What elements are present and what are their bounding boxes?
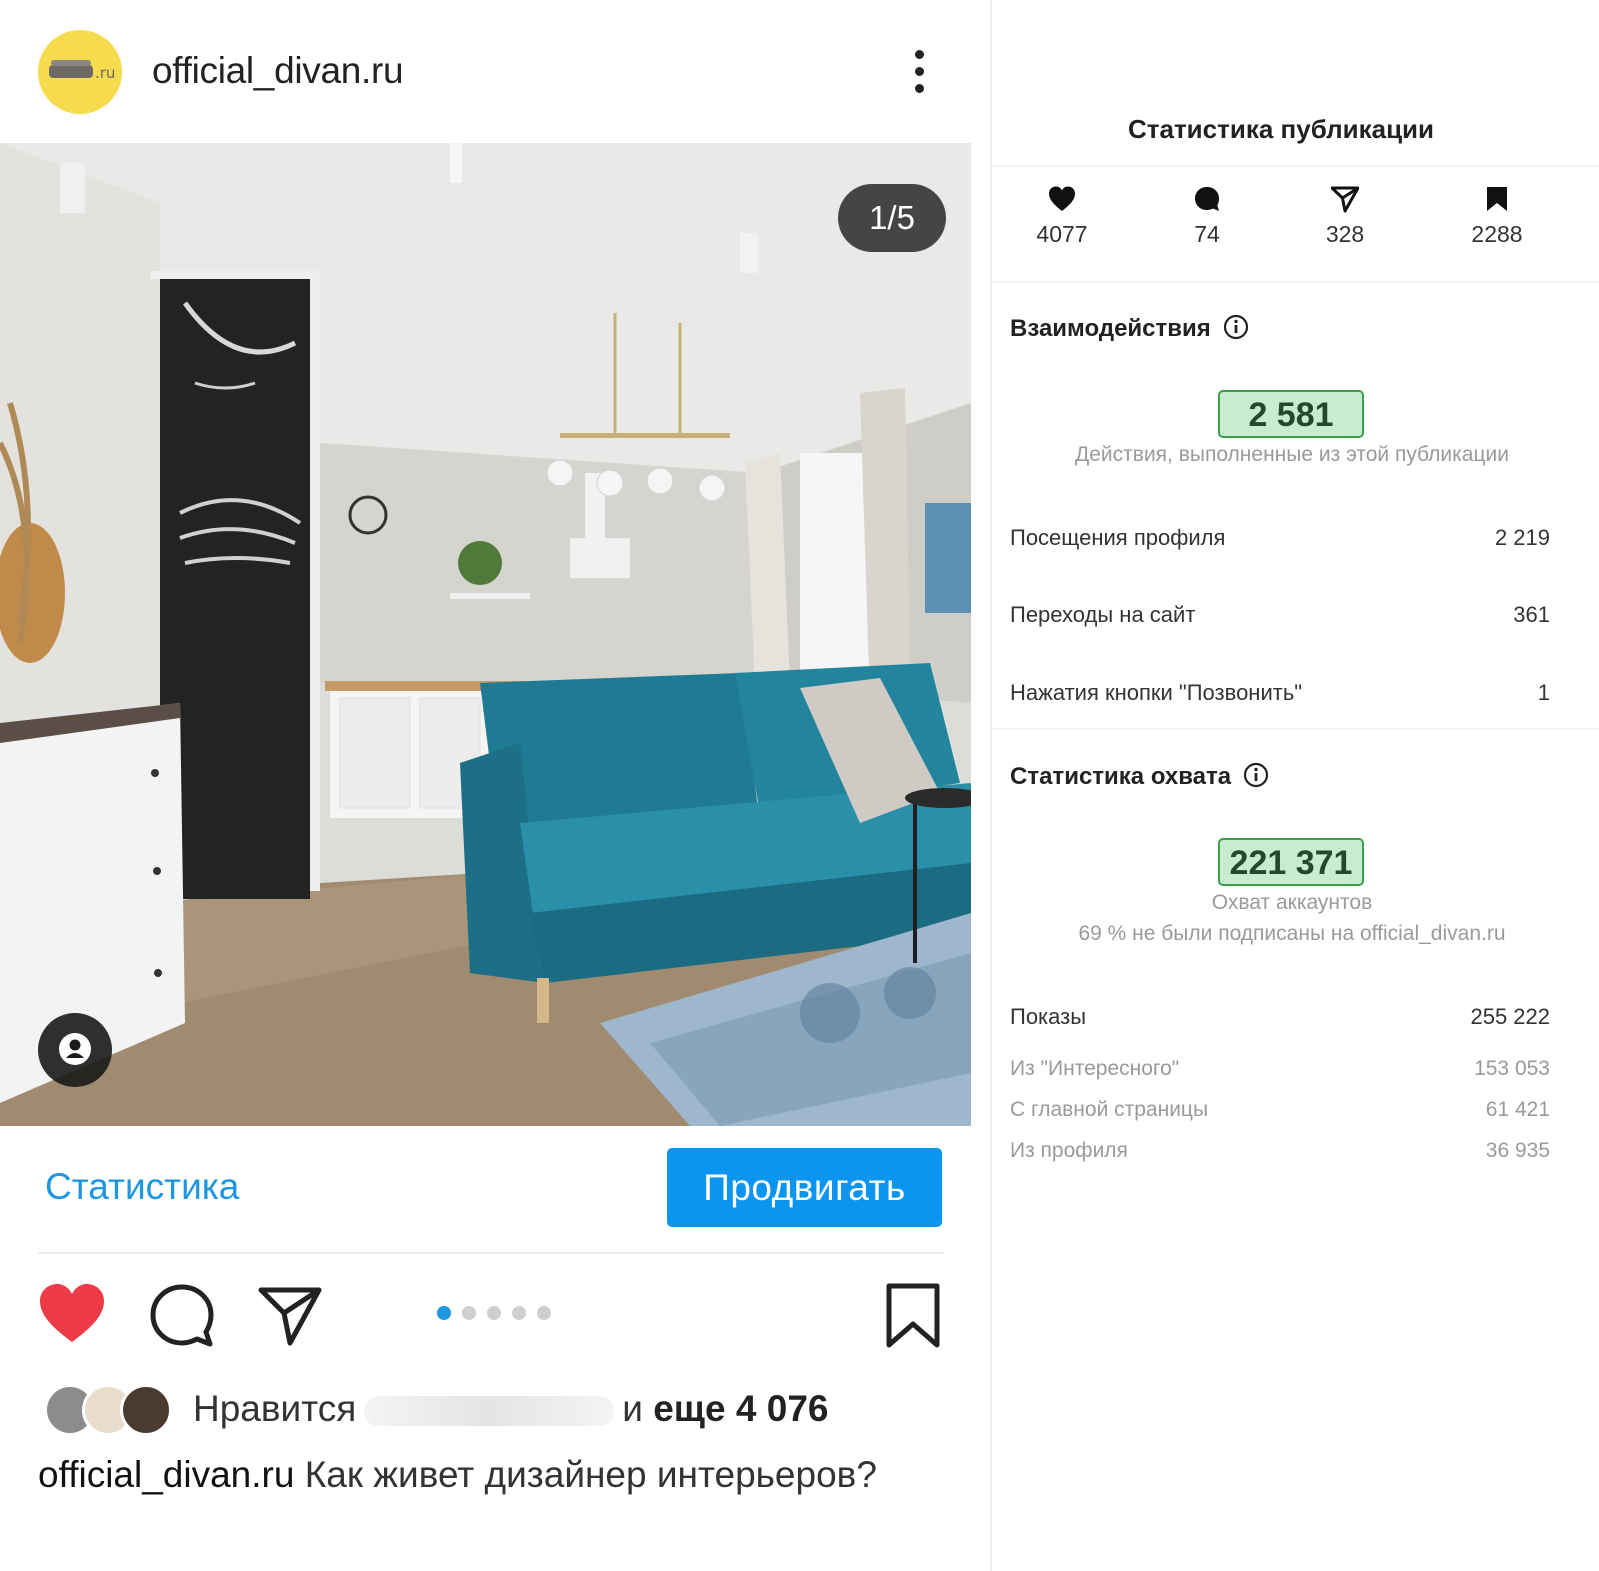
sofa-logo-icon bbox=[49, 60, 93, 78]
stat-label: Из профиля bbox=[1010, 1139, 1128, 1162]
avatar[interactable]: .ru bbox=[38, 30, 122, 114]
divider bbox=[992, 728, 1599, 730]
metric-value: 4077 bbox=[1036, 221, 1088, 247]
post-caption: official_divan.ru Как живет дизайнер инт… bbox=[38, 1454, 877, 1496]
section-title-interactions: Взаимодействия bbox=[1010, 314, 1249, 343]
bookmark-icon bbox=[1487, 187, 1507, 211]
heart-icon bbox=[1049, 186, 1075, 211]
stat-value: 255 222 bbox=[1470, 1004, 1550, 1029]
likes-summary[interactable]: Нравится и еще 4 076 bbox=[193, 1388, 828, 1430]
info-icon[interactable] bbox=[1243, 762, 1269, 788]
divider bbox=[992, 281, 1599, 283]
likes-and: и bbox=[622, 1388, 643, 1429]
metric-value: 328 bbox=[1325, 221, 1365, 247]
reach-non-followers: 69 % не были подписаны на official_divan… bbox=[1078, 922, 1506, 945]
more-vertical-icon[interactable] bbox=[908, 50, 932, 94]
image-counter: 1/5 bbox=[838, 184, 946, 252]
section-title-text: Статистика охвата bbox=[1010, 763, 1232, 790]
divider bbox=[38, 1252, 943, 1254]
caption-username[interactable]: official_divan.ru bbox=[38, 1454, 294, 1495]
page-title: Статистика публикации bbox=[1127, 114, 1435, 144]
likes-prefix: Нравится bbox=[193, 1388, 357, 1429]
heart-filled-icon[interactable] bbox=[38, 1282, 106, 1346]
post-photo[interactable]: 1/5 bbox=[0, 143, 971, 1126]
carousel-dot bbox=[462, 1306, 476, 1320]
stat-label: Показы bbox=[1010, 1004, 1087, 1029]
info-icon[interactable] bbox=[1223, 314, 1249, 340]
stat-value: 361 bbox=[1513, 602, 1550, 627]
reach-caption: Охват аккаунтов bbox=[1211, 891, 1373, 914]
metric-shares: 328 bbox=[1295, 185, 1395, 248]
metric-value: 74 bbox=[1194, 221, 1220, 247]
living-room-photo bbox=[0, 143, 971, 1126]
post-statistics-panel: Статистика публикации 4077 74 328 2288 В… bbox=[992, 0, 1599, 1571]
stat-value: 36 935 bbox=[1485, 1139, 1550, 1162]
interactions-caption: Действия, выполненные из этой публикации bbox=[1075, 443, 1509, 466]
instagram-post: .ru official_divan.ru 1/5 Статистика Про… bbox=[0, 0, 990, 1571]
stat-value: 1 bbox=[1537, 680, 1550, 705]
promote-button[interactable]: Продвигать bbox=[667, 1148, 942, 1227]
statistics-link[interactable]: Статистика bbox=[45, 1166, 239, 1208]
metric-comments: 74 bbox=[1157, 185, 1257, 248]
send-icon[interactable] bbox=[258, 1286, 322, 1346]
comment-icon bbox=[1195, 187, 1219, 211]
likes-count[interactable]: еще 4 076 bbox=[653, 1388, 828, 1429]
section-title-text: Взаимодействия bbox=[1010, 315, 1211, 342]
stat-label: Нажатия кнопки "Позвонить" bbox=[1010, 680, 1303, 705]
section-title-reach: Статистика охвата bbox=[1010, 762, 1269, 791]
stat-value: 153 053 bbox=[1474, 1057, 1550, 1080]
reach-total: 221 371 bbox=[1218, 838, 1364, 886]
blurred-username bbox=[364, 1396, 615, 1427]
divider bbox=[992, 165, 1599, 167]
stat-label: Из "Интересного" bbox=[1010, 1057, 1180, 1080]
stat-label: Посещения профиля bbox=[1010, 525, 1226, 550]
person-tag-icon bbox=[59, 1033, 91, 1065]
send-icon bbox=[1331, 186, 1359, 213]
interactions-total: 2 581 bbox=[1218, 390, 1364, 438]
liker-avatars[interactable] bbox=[44, 1384, 174, 1440]
metric-likes: 4077 bbox=[1012, 185, 1112, 248]
carousel-indicator bbox=[437, 1306, 567, 1322]
tagged-people-button[interactable] bbox=[38, 1013, 112, 1087]
comment-icon[interactable] bbox=[148, 1282, 216, 1350]
stat-value: 2 219 bbox=[1494, 525, 1550, 550]
stat-label: С главной страницы bbox=[1010, 1098, 1209, 1121]
avatar-domain-text: .ru bbox=[95, 64, 116, 82]
stat-value: 61 421 bbox=[1485, 1098, 1550, 1121]
post-header: .ru official_divan.ru bbox=[0, 0, 990, 143]
bookmark-icon[interactable] bbox=[884, 1282, 942, 1350]
avatar bbox=[120, 1384, 172, 1436]
carousel-dot bbox=[512, 1306, 526, 1320]
carousel-dot-active bbox=[437, 1306, 451, 1320]
post-username[interactable]: official_divan.ru bbox=[152, 50, 404, 92]
carousel-dot bbox=[537, 1306, 551, 1320]
metric-saves: 2288 bbox=[1447, 185, 1547, 248]
carousel-dot bbox=[487, 1306, 501, 1320]
caption-text: Как живет дизайнер интерьеров? bbox=[304, 1454, 877, 1495]
stat-label: Переходы на сайт bbox=[1010, 602, 1196, 627]
metric-value: 2288 bbox=[1471, 221, 1523, 247]
